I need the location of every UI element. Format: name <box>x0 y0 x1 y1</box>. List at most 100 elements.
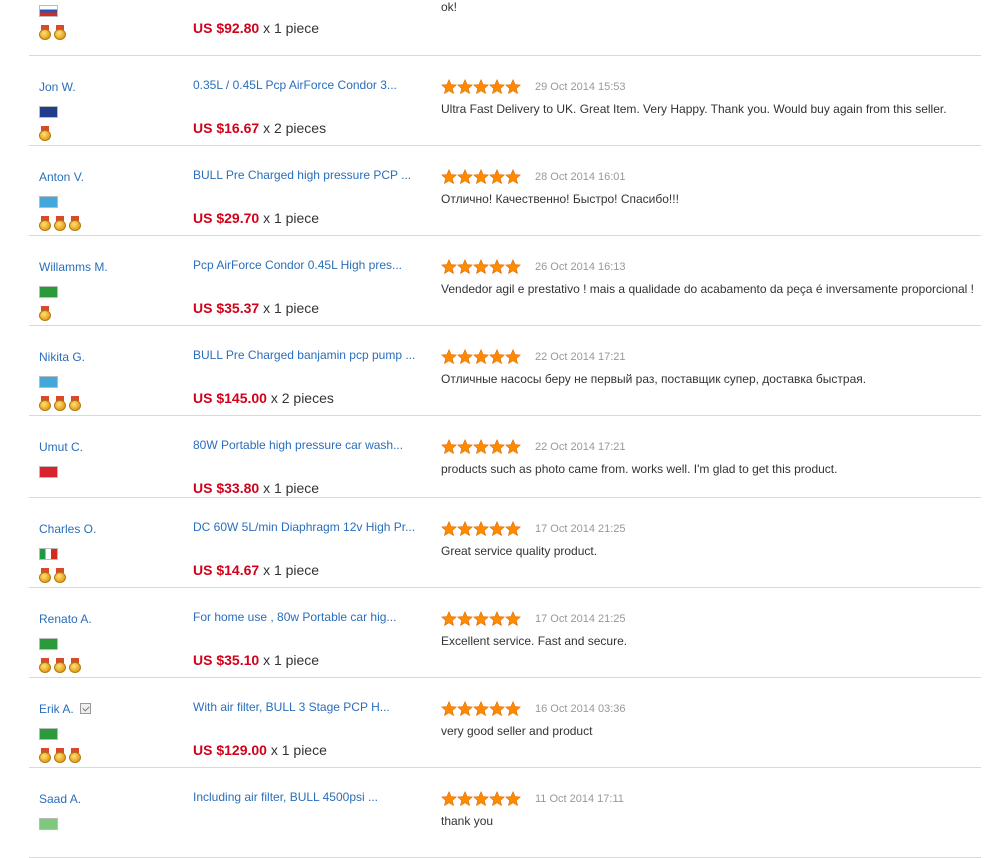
price-line: US $14.67 x 1 piece <box>193 562 319 578</box>
buyer-level-medals <box>39 216 179 232</box>
feedback-cell: 16 Oct 2014 03:36 very good seller and pr… <box>441 700 981 738</box>
buyer-column: Nikita G. <box>39 348 179 412</box>
feedback-cell: 17 Oct 2014 21:25 Great service quality p… <box>441 520 981 558</box>
rating-stars <box>441 520 521 537</box>
medal-icon <box>39 568 51 583</box>
feedback-row: Charles O. DC 60W 5L/min Diaphragm 12v Hi… <box>29 498 981 588</box>
flag-line <box>39 106 179 118</box>
product-link[interactable]: DC 60W 5L/min Diaphragm 12v High Pr... <box>193 520 433 534</box>
product-link[interactable]: 0.35L / 0.45L Pcp AirForce Condor 3... <box>193 78 433 92</box>
feedback-date: 29 Oct 2014 15:53 <box>535 80 626 93</box>
buyer-column: Saad A. <box>39 790 179 830</box>
star-icon <box>473 258 489 275</box>
quantity-text: x 1 piece <box>263 20 320 36</box>
flag-line <box>39 728 179 740</box>
feedback-cell: 28 Oct 2014 16:01 Отлично! Качественно! Б… <box>441 168 981 206</box>
flag-line <box>39 548 179 560</box>
star-icon <box>505 348 521 365</box>
buyer-name-link[interactable]: Jon W. <box>39 80 76 94</box>
flag-line <box>39 286 179 298</box>
medal-icon <box>39 658 51 673</box>
product-link[interactable]: BULL Pre Charged high pressure PCP ... <box>193 168 433 182</box>
star-icon <box>489 168 505 185</box>
medal-icon <box>54 396 66 411</box>
medal-icon <box>69 396 81 411</box>
buyer-name-link[interactable]: Anton V. <box>39 170 84 184</box>
buyer-name-link[interactable]: Umut C. <box>39 440 83 454</box>
feedback-row: Nikita G. BULL Pre Charged banjamin pcp p… <box>29 326 981 416</box>
star-icon <box>457 258 473 275</box>
star-icon <box>505 700 521 717</box>
quantity-text: x 1 piece <box>263 300 320 316</box>
star-icon <box>441 438 457 455</box>
star-icon <box>473 520 489 537</box>
buyer-column: Renato A. <box>39 610 179 674</box>
buyer-name-link[interactable]: Charles O. <box>39 522 96 536</box>
medal-icon <box>39 25 51 40</box>
feedback-comment: Excellent service. Fast and secure. <box>441 634 628 648</box>
product-cell: For home use , 80w Portable car hig... <box>193 610 433 624</box>
star-icon <box>457 520 473 537</box>
star-icon <box>457 610 473 627</box>
feedback-row: Saad A. Including air filter, BULL 4500ps… <box>29 768 981 858</box>
buyer-name-link[interactable]: Willamms M. <box>39 260 108 274</box>
star-icon <box>457 790 473 807</box>
quantity-text: x 1 piece <box>270 742 327 758</box>
feedback-date: 16 Oct 2014 03:36 <box>535 702 626 715</box>
product-link[interactable]: With air filter, BULL 3 Stage PCP H... <box>193 700 433 714</box>
buyer-name-link[interactable]: Nikita G. <box>39 350 85 364</box>
star-icon <box>489 258 505 275</box>
flag-gb-icon <box>39 106 58 118</box>
flag-br-icon <box>39 728 58 740</box>
buyer-level-medals <box>39 396 179 412</box>
medal-icon <box>39 748 51 763</box>
flag-sa-icon <box>39 818 58 830</box>
star-icon <box>489 790 505 807</box>
medal-icon <box>69 216 81 231</box>
buyer-level-medals <box>39 658 179 674</box>
star-icon <box>489 438 505 455</box>
feedback-date: 26 Oct 2014 16:13 <box>535 260 626 273</box>
medal-icon <box>39 396 51 411</box>
price-value: US $35.37 <box>193 300 260 316</box>
feedback-row: Anton V. BULL Pre Charged high pressure P… <box>29 146 981 236</box>
feedback-comment: very good seller and product <box>441 724 593 738</box>
product-cell: Including air filter, BULL 4500psi ... <box>193 790 433 804</box>
feedback-comment: Ultra Fast Delivery to UK. Great Item. V… <box>441 102 947 116</box>
star-icon <box>441 610 457 627</box>
star-icon <box>473 78 489 95</box>
price-line: US $35.37 x 1 piece <box>193 300 319 316</box>
buyer-column: Willamms M. <box>39 258 179 322</box>
product-link[interactable]: Pcp AirForce Condor 0.45L High pres... <box>193 258 433 272</box>
medal-icon <box>39 216 51 231</box>
buyer-column: Jon W. <box>39 78 179 142</box>
buyer-name-link[interactable]: Renato A. <box>39 612 92 626</box>
product-cell: With air filter, BULL 3 Stage PCP H... <box>193 700 433 714</box>
medal-icon <box>54 748 66 763</box>
star-icon <box>441 78 457 95</box>
product-link[interactable]: For home use , 80w Portable car hig... <box>193 610 433 624</box>
quantity-text: x 1 piece <box>263 652 320 668</box>
product-cell: Pcp AirForce Condor 0.45L High pres... <box>193 258 433 272</box>
quantity-text: x 1 piece <box>263 562 320 578</box>
flag-line <box>39 376 179 388</box>
price-line: US $29.70 x 1 piece <box>193 210 319 226</box>
feedback-comment: Great service quality product. <box>441 544 598 558</box>
feedback-date: 17 Oct 2014 21:25 <box>535 522 626 535</box>
buyer-name-link[interactable]: Saad A. <box>39 792 81 806</box>
price-value: US $92.80 <box>193 20 260 36</box>
product-cell: BULL Pre Charged banjamin pcp pump ... <box>193 348 433 362</box>
product-link[interactable]: 80W Portable high pressure car wash... <box>193 438 433 452</box>
star-icon <box>505 258 521 275</box>
product-cell: DC 60W 5L/min Diaphragm 12v High Pr... <box>193 520 433 534</box>
feedback-comment: ok! <box>441 0 458 14</box>
feedback-row: Willamms M. Pcp AirForce Condor 0.45L Hig… <box>29 236 981 326</box>
feedback-comment: Отлично! Качественно! Быстро! Спасибо!!! <box>441 192 679 206</box>
flag-line <box>39 466 179 478</box>
product-link[interactable]: Including air filter, BULL 4500psi ... <box>193 790 433 804</box>
star-icon <box>489 520 505 537</box>
buyer-name-link[interactable]: Erik A. <box>39 702 74 716</box>
feedback-comment: Vendedor agil e prestativo ! mais a qual… <box>441 282 975 296</box>
product-link[interactable]: BULL Pre Charged banjamin pcp pump ... <box>193 348 433 362</box>
star-icon <box>473 438 489 455</box>
